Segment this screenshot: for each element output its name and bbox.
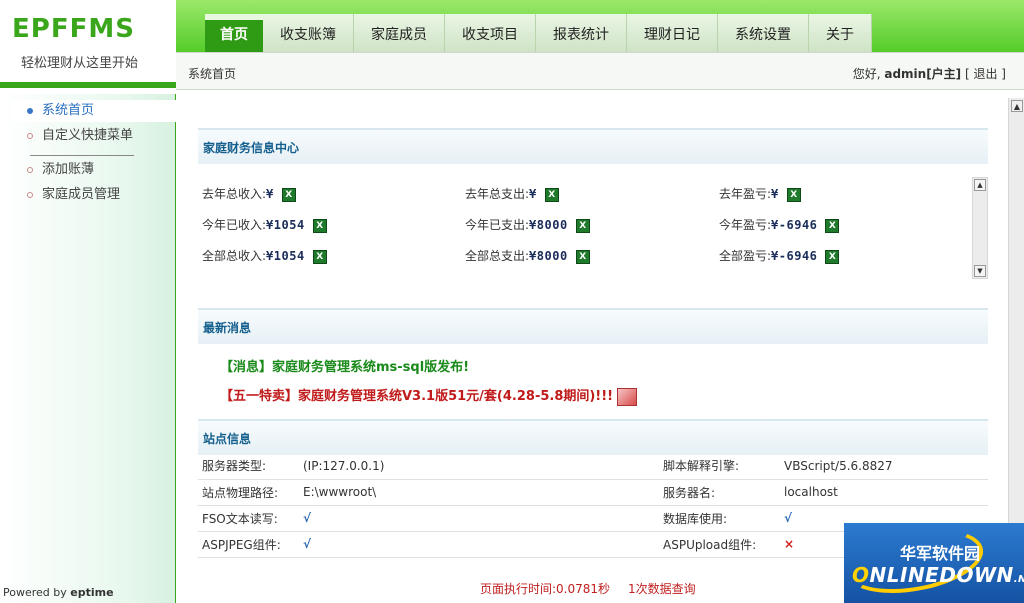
- excel-icon[interactable]: X: [312, 249, 327, 264]
- scroll-down-icon[interactable]: ▼: [974, 265, 986, 277]
- site-watermark: 华军软件园 ONLINEDOWN.NET: [844, 523, 1024, 603]
- sidebar-item-label: 添加账薄: [42, 162, 95, 177]
- user-info: 您好, admin[户主] [ 退出 ]: [853, 65, 1006, 82]
- powered-by: Powered by eptime: [3, 586, 114, 599]
- nav-tab-home[interactable]: 首页: [205, 14, 263, 52]
- table-row: 站点物理路径: E:\wwwroot\ 服务器名: localhost: [198, 479, 988, 506]
- news-item[interactable]: 【消息】家庭财务管理系统ms-sql版发布!: [220, 356, 469, 375]
- exec-time: 页面执行时间:0.0781秒: [480, 582, 611, 596]
- news-item[interactable]: 【五一特卖】家庭财务管理系统V3.1版51元/套(4.28-5.8期间)!!!: [220, 385, 638, 406]
- excel-icon[interactable]: X: [312, 218, 327, 233]
- check-icon: √: [303, 511, 312, 525]
- nav-tab-items[interactable]: 收支项目: [445, 14, 536, 52]
- finance-grid: 去年总收入:¥ X 去年总支出:¥ X 去年盈亏:¥ X 今年已收入:¥1054 X 今…: [198, 170, 988, 282]
- nav-tab-ledger[interactable]: 收支账簿: [263, 14, 354, 52]
- check-icon: √: [303, 537, 312, 551]
- sidebar-item-label: 系统首页: [42, 103, 95, 118]
- breadcrumb-bar: 系统首页 您好, admin[户主] [ 退出 ]: [176, 52, 1024, 90]
- logo-area: EPFFMS 轻松理财从这里开始: [0, 0, 176, 88]
- nav-tab-diary[interactable]: 理财日记: [627, 14, 718, 52]
- sidebar-item-member-manage[interactable]: 家庭成员管理: [12, 184, 176, 206]
- main-nav: 首页 收支账簿 家庭成员 收支项目 报表统计 理财日记 系统设置 关于: [205, 14, 872, 52]
- excel-icon[interactable]: X: [825, 249, 840, 264]
- finance-cell: 去年总收入:¥ X: [202, 184, 296, 204]
- nav-tab-members[interactable]: 家庭成员: [354, 14, 445, 52]
- sidebar-item-add-ledger[interactable]: 添加账薄: [12, 159, 176, 181]
- query-count: 1次数据查询: [628, 582, 696, 596]
- finance-cell: 全部总收入:¥1054 X: [202, 246, 327, 266]
- page-footer: 页面执行时间:0.0781秒 1次数据查询: [480, 580, 714, 597]
- greeting: 您好,: [852, 67, 881, 81]
- scroll-up-icon[interactable]: ▲: [974, 179, 986, 191]
- bullet-dot-icon: [27, 192, 33, 198]
- nav-tab-settings[interactable]: 系统设置: [718, 14, 809, 52]
- cross-icon: ×: [784, 537, 795, 551]
- bullet-dot-icon: [27, 133, 33, 139]
- finance-cell: 去年总支出:¥ X: [465, 184, 559, 204]
- finance-cell: 去年盈亏:¥ X: [719, 184, 801, 204]
- bullet-dot-icon: [27, 167, 33, 173]
- scroll-up-icon[interactable]: ▲: [1011, 100, 1023, 112]
- username: admin[户主]: [884, 67, 962, 81]
- finance-cell: 全部总支出:¥8000 X: [465, 246, 590, 266]
- sidebar-item-custom-menu[interactable]: 自定义快捷菜单: [12, 125, 176, 147]
- sidebar-item-label: 自定义快捷菜单: [42, 128, 134, 143]
- excel-icon[interactable]: X: [786, 187, 801, 202]
- news-panel-title: 最新消息: [198, 308, 988, 344]
- finance-scrollbar[interactable]: ▲ ▼: [972, 177, 988, 279]
- sidebar: 系统首页 自定义快捷菜单 添加账薄 家庭成员管理 Powered by epti…: [0, 94, 176, 603]
- excel-icon[interactable]: X: [281, 187, 296, 202]
- finance-cell: 全部盈亏:¥-6946 X: [719, 246, 840, 266]
- excel-icon[interactable]: X: [575, 218, 590, 233]
- breadcrumb: 系统首页: [188, 67, 237, 81]
- chart-image-icon[interactable]: [617, 387, 638, 406]
- nav-tab-about[interactable]: 关于: [809, 14, 872, 52]
- finance-cell: 今年已收入:¥1054 X: [202, 215, 327, 235]
- excel-icon[interactable]: X: [544, 187, 559, 202]
- finance-cell: 今年盈亏:¥-6946 X: [719, 215, 840, 235]
- sidebar-divider: [30, 155, 134, 156]
- watermark-cn: 华军软件园: [900, 544, 981, 563]
- slogan: 轻松理财从这里开始: [21, 56, 139, 71]
- sidebar-item-label: 家庭成员管理: [42, 187, 121, 202]
- finance-panel-title: 家庭财务信息中心: [198, 128, 988, 164]
- check-icon: √: [784, 511, 793, 525]
- excel-icon[interactable]: X: [825, 218, 840, 233]
- excel-icon[interactable]: X: [575, 249, 590, 264]
- watermark-en: ONLINEDOWN.NET: [852, 563, 1024, 587]
- logout-link[interactable]: [ 退出 ]: [965, 67, 1006, 81]
- table-row: 服务器类型: (IP:127.0.0.1) 脚本解释引擎: VBScript/5…: [198, 453, 988, 480]
- site-panel-title: 站点信息: [198, 419, 988, 455]
- finance-cell: 今年已支出:¥8000 X: [465, 215, 590, 235]
- nav-tab-reports[interactable]: 报表统计: [536, 14, 627, 52]
- bullet-dot-icon: [27, 108, 33, 114]
- sidebar-item-home[interactable]: 系统首页: [12, 100, 176, 122]
- logo: EPFFMS: [12, 14, 135, 44]
